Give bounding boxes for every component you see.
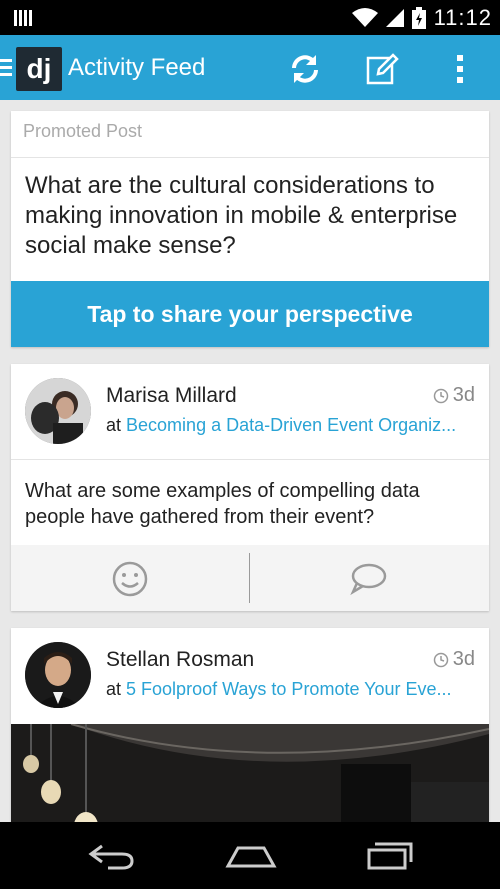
author-name[interactable]: Stellan Rosman [106, 648, 254, 672]
navigation-bar [0, 822, 500, 889]
post-time: 3d [433, 648, 475, 671]
post-photo[interactable] [11, 724, 489, 822]
smile-icon[interactable] [110, 559, 150, 599]
event-link[interactable]: Becoming a Data-Driven Event Organiz... [126, 415, 456, 435]
clock-icon [433, 388, 448, 403]
clock-icon [433, 652, 448, 667]
event-line: at 5 Foolproof Ways to Promote Your Eve.… [106, 679, 476, 700]
author-name[interactable]: Marisa Millard [106, 384, 237, 408]
event-link[interactable]: 5 Foolproof Ways to Promote Your Eve... [126, 679, 452, 699]
post-time: 3d [433, 384, 475, 407]
cellular-signal-icon [385, 8, 404, 27]
signal-bars-icon [14, 10, 32, 26]
post-card: Stellan Rosman 3d at 5 Foolproof Ways to… [11, 628, 489, 822]
overflow-menu-icon[interactable] [443, 52, 477, 86]
post-text: What are some examples of compelling dat… [25, 480, 420, 528]
at-prefix: at [106, 415, 122, 435]
promoted-question: What are the cultural considerations to … [25, 172, 458, 259]
status-time: 11:12 [433, 4, 492, 30]
post-card: Marisa Millard 3d at Becoming a Data-Dri… [11, 364, 489, 611]
comment-icon[interactable] [348, 559, 388, 599]
time-label: 3d [452, 648, 475, 670]
time-label: 3d [452, 384, 475, 406]
divider [11, 459, 489, 460]
app-logo[interactable]: dj [16, 47, 62, 91]
avatar-image [25, 642, 91, 708]
divider [11, 157, 489, 158]
recent-apps-icon[interactable] [365, 840, 415, 872]
avatar-image [25, 378, 91, 444]
avatar[interactable] [25, 378, 91, 444]
promoted-post-card: Promoted Post What are the cultural cons… [11, 111, 489, 347]
avatar[interactable] [25, 642, 91, 708]
home-icon[interactable] [224, 840, 278, 872]
back-icon[interactable] [86, 840, 136, 872]
wifi-icon [351, 7, 378, 27]
post-actions [11, 545, 489, 611]
photo-image [11, 724, 489, 822]
promoted-label: Promoted Post [23, 121, 143, 141]
action-separator [249, 553, 250, 603]
status-bar: 11:12 [0, 0, 500, 35]
event-line: at Becoming a Data-Driven Event Organiz.… [106, 415, 476, 436]
menu-icon[interactable] [0, 59, 12, 77]
compose-icon[interactable] [365, 52, 399, 86]
battery-icon [411, 6, 426, 29]
refresh-icon[interactable] [288, 52, 322, 86]
share-perspective-button[interactable]: Tap to share your perspective [11, 281, 489, 347]
page-title: Activity Feed [68, 54, 206, 81]
app-bar: dj Activity Feed [0, 35, 500, 100]
at-prefix: at [106, 679, 122, 699]
